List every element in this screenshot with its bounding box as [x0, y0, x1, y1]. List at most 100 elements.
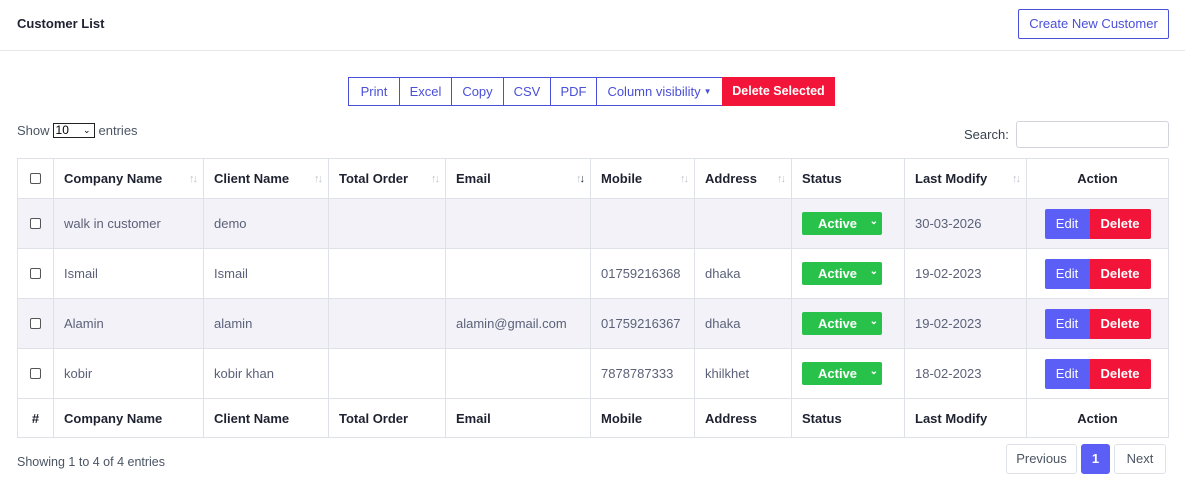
total-order-cell — [329, 349, 446, 398]
client-cell: alamin — [204, 299, 329, 348]
status-select[interactable]: Active ⌄ — [802, 262, 882, 285]
column-header-company[interactable]: Company Name ↑↓ — [54, 159, 204, 198]
select-all-cell — [18, 159, 54, 198]
sort-arrows-icon: ↑↓ — [431, 173, 440, 185]
footer-address: Address — [695, 399, 792, 437]
column-visibility-button[interactable]: Column visibility ▼ — [596, 77, 723, 106]
status-select[interactable]: Active ⌄ — [802, 362, 882, 385]
row-checkbox[interactable] — [30, 368, 41, 379]
column-header-label: Email — [456, 171, 491, 186]
edit-button[interactable]: Edit — [1044, 308, 1090, 339]
entries-label: entries — [98, 123, 138, 138]
status-cell: Active ⌄ — [792, 249, 905, 298]
mobile-cell — [591, 199, 695, 248]
delete-selected-button[interactable]: Delete Selected — [722, 77, 835, 106]
action-cell: Edit Delete — [1027, 249, 1168, 298]
column-header-label: Total Order — [339, 171, 409, 186]
column-header-label: Action — [1077, 171, 1118, 186]
address-cell: dhaka — [695, 299, 792, 348]
column-header-email[interactable]: Email ↑↓ — [446, 159, 591, 198]
table-info: Showing 1 to 4 of 4 entries — [17, 455, 166, 469]
sort-arrows-icon: ↑↓ — [680, 173, 689, 185]
page-1-button[interactable]: 1 — [1081, 444, 1110, 474]
delete-button[interactable]: Delete — [1089, 308, 1151, 339]
chevron-down-icon: ⌄ — [869, 316, 878, 327]
csv-button[interactable]: CSV — [503, 77, 551, 106]
status-select[interactable]: Active ⌄ — [802, 312, 882, 335]
footer-email: Email — [446, 399, 591, 437]
column-header-last-modify[interactable]: Last Modify ↑↓ — [905, 159, 1027, 198]
status-cell: Active ⌄ — [792, 299, 905, 348]
table-row: kobir kobir khan 7878787333 khilkhet Act… — [18, 349, 1168, 399]
mobile-cell: 01759216367 — [591, 299, 695, 348]
edit-button[interactable]: Edit — [1044, 258, 1090, 289]
entries-length-control: Show 10 ⌄ entries — [17, 123, 138, 138]
company-cell: Alamin — [54, 299, 204, 348]
last-modify-cell: 30-03-2026 — [905, 199, 1027, 248]
column-header-status: Status — [792, 159, 905, 198]
action-cell: Edit Delete — [1027, 299, 1168, 348]
edit-button[interactable]: Edit — [1044, 208, 1090, 239]
create-customer-button[interactable]: Create New Customer — [1018, 9, 1169, 39]
search-input[interactable] — [1016, 121, 1169, 148]
total-order-cell — [329, 299, 446, 348]
address-cell — [695, 199, 792, 248]
delete-button[interactable]: Delete — [1089, 258, 1151, 289]
column-header-total-order[interactable]: Total Order ↑↓ — [329, 159, 446, 198]
status-value: Active — [818, 266, 858, 281]
row-select-cell — [18, 199, 54, 248]
entries-select[interactable]: 10 ⌄ — [52, 123, 95, 138]
copy-button[interactable]: Copy — [451, 77, 504, 106]
entries-select-value: 10 — [55, 123, 69, 137]
last-modify-cell: 19-02-2023 — [905, 299, 1027, 348]
status-value: Active — [818, 216, 858, 231]
client-cell: kobir khan — [204, 349, 329, 398]
excel-button[interactable]: Excel — [399, 77, 452, 106]
pdf-button[interactable]: PDF — [550, 77, 597, 106]
delete-button[interactable]: Delete — [1089, 208, 1151, 239]
column-header-label: Client Name — [214, 171, 290, 186]
column-header-label: Company Name — [64, 171, 163, 186]
sort-arrows-icon: ↑↓ — [777, 173, 786, 185]
column-header-mobile[interactable]: Mobile ↑↓ — [591, 159, 695, 198]
email-cell — [446, 249, 591, 298]
row-checkbox[interactable] — [30, 218, 41, 229]
footer-last-modify: Last Modify — [905, 399, 1027, 437]
column-header-client[interactable]: Client Name ↑↓ — [204, 159, 329, 198]
row-checkbox[interactable] — [30, 318, 41, 329]
previous-page-button[interactable]: Previous — [1006, 444, 1077, 474]
export-button-group: Print Excel Copy CSV PDF Column visibili… — [348, 77, 835, 106]
page-header: Customer List Create New Customer — [0, 0, 1185, 51]
row-checkbox[interactable] — [30, 268, 41, 279]
company-cell: Ismail — [54, 249, 204, 298]
table-row: walk in customer demo Active ⌄ 30-03-2026… — [18, 199, 1168, 249]
status-cell: Active ⌄ — [792, 349, 905, 398]
total-order-cell — [329, 199, 446, 248]
address-cell: dhaka — [695, 249, 792, 298]
status-select[interactable]: Active ⌄ — [802, 212, 882, 235]
last-modify-cell: 18-02-2023 — [905, 349, 1027, 398]
select-all-checkbox[interactable] — [30, 173, 41, 184]
row-select-cell — [18, 349, 54, 398]
page-title: Customer List — [17, 16, 105, 31]
status-value: Active — [818, 316, 858, 331]
delete-button[interactable]: Delete — [1089, 358, 1151, 389]
next-page-button[interactable]: Next — [1114, 444, 1166, 474]
sort-arrows-icon: ↑↓ — [189, 173, 198, 185]
footer-total-order: Total Order — [329, 399, 446, 437]
print-button[interactable]: Print — [348, 77, 400, 106]
sort-descending-icon: ↑↓ — [576, 173, 585, 185]
status-value: Active — [818, 366, 858, 381]
edit-button[interactable]: Edit — [1044, 358, 1090, 389]
column-header-label: Last Modify — [915, 171, 988, 186]
chevron-down-icon: ⌄ — [869, 266, 878, 277]
company-cell: walk in customer — [54, 199, 204, 248]
column-header-label: Status — [802, 171, 842, 186]
column-header-address[interactable]: Address ↑↓ — [695, 159, 792, 198]
last-modify-cell: 19-02-2023 — [905, 249, 1027, 298]
table-footer-row: # Company Name Client Name Total Order E… — [18, 399, 1168, 437]
mobile-cell: 7878787333 — [591, 349, 695, 398]
client-cell: demo — [204, 199, 329, 248]
footer-status: Status — [792, 399, 905, 437]
chevron-down-icon: ⌄ — [82, 125, 91, 135]
